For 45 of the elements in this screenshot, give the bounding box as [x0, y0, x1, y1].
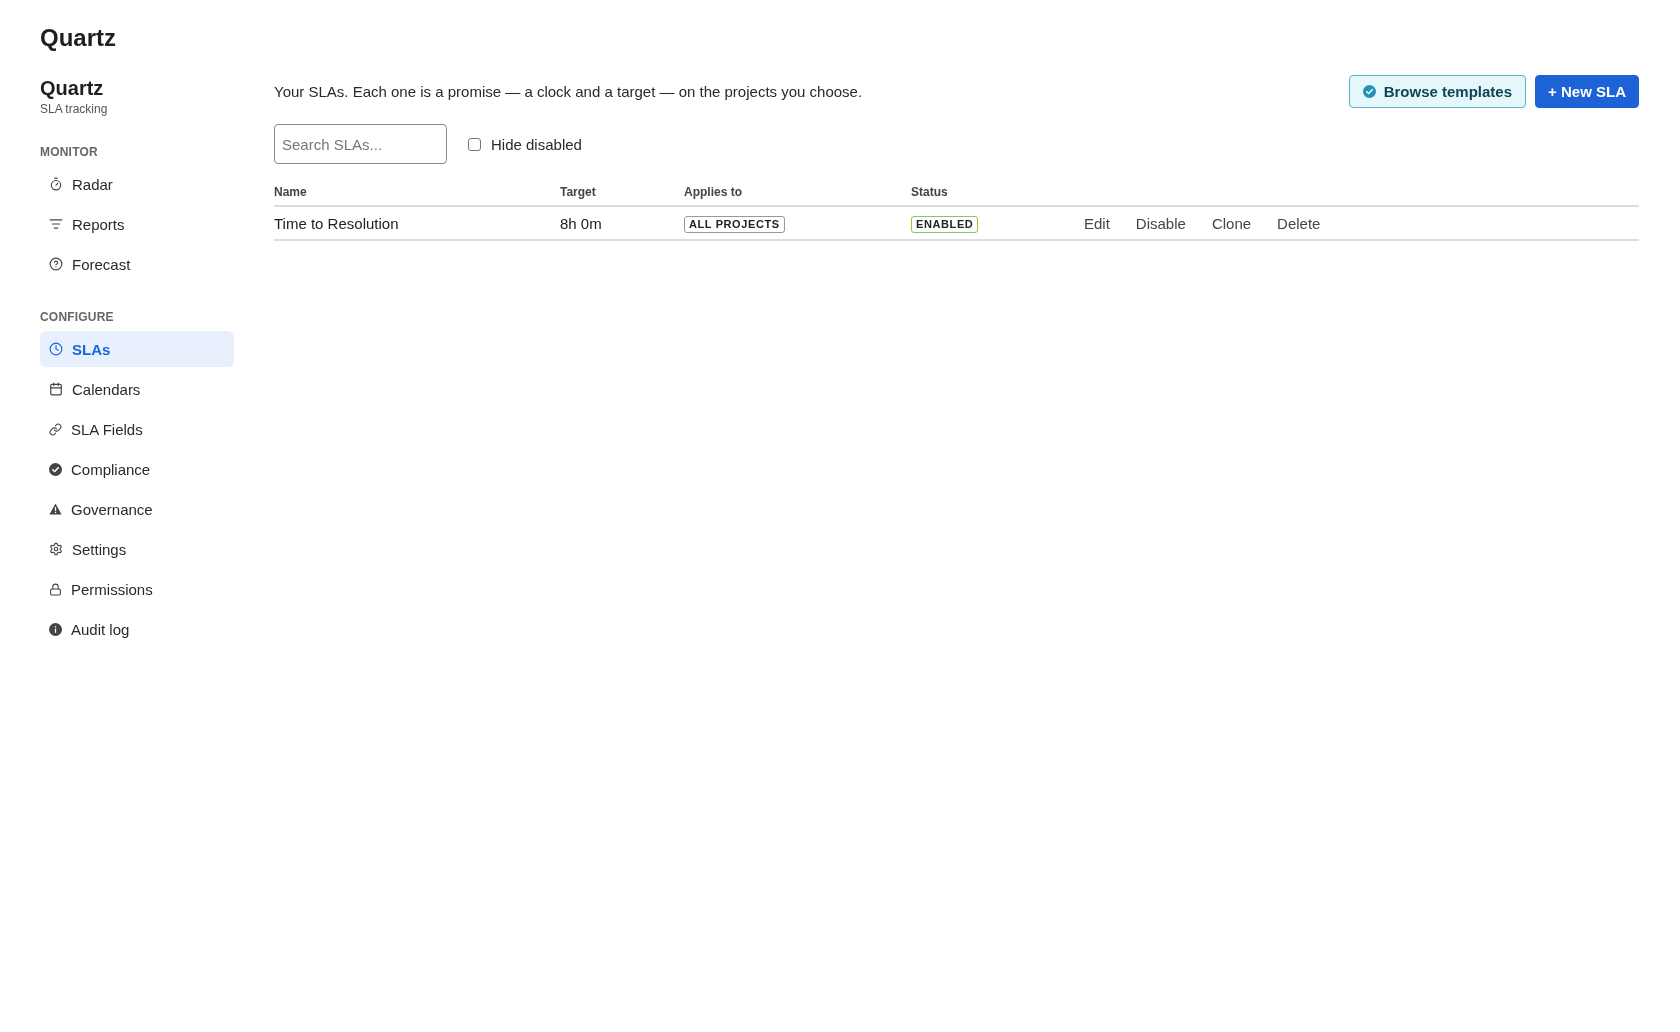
brand-name: Quartz — [40, 76, 104, 101]
search-field[interactable]: Search SLAs... — [274, 124, 447, 164]
section-heading: CONFIGURE — [40, 309, 114, 325]
warning-icon — [49, 503, 62, 515]
clock-icon — [49, 342, 63, 356]
sidebar-item[interactable]: Permissions — [40, 571, 234, 607]
row-action-link[interactable]: Clone — [1211, 214, 1252, 232]
column-header: Applies to — [684, 178, 911, 206]
row-action-link[interactable]: Delete — [1277, 214, 1321, 232]
checkbox-label: Hide disabled — [491, 135, 582, 153]
brand-subtitle: SLA tracking — [40, 101, 108, 117]
scope-tag: ALL PROJECTS — [684, 215, 785, 233]
section-heading: MONITOR — [40, 144, 98, 160]
link-icon — [49, 422, 62, 436]
sidebar-item[interactable]: Settings — [40, 531, 234, 567]
row-action-link[interactable]: Disable — [1135, 214, 1186, 232]
help-circle-icon — [49, 257, 63, 271]
sidebar-item[interactable]: SLAs — [40, 331, 234, 367]
settings-icon — [49, 542, 63, 556]
browse-templates-button[interactable]: Browse templates — [1348, 75, 1527, 108]
column-header: Status — [911, 178, 1084, 206]
intro-text: Your SLAs. Each one is a promise — a clock and a target — on the projects you choose. — [274, 83, 863, 100]
app-title: Quartz — [40, 23, 116, 53]
sidebar-item[interactable]: Forecast — [40, 246, 234, 282]
status-tag: ENABLED — [911, 215, 979, 233]
sidebar-item[interactable]: Audit log — [40, 611, 234, 647]
filter-icon — [49, 217, 63, 231]
sidebar-item[interactable]: Reports — [40, 206, 234, 242]
new-sla-button[interactable]: + New SLA — [1535, 75, 1639, 108]
sidebar-item[interactable]: Radar — [40, 166, 234, 202]
target-time: 8h 0m — [560, 214, 602, 232]
calendar-icon — [49, 382, 63, 396]
check-circle-icon — [49, 462, 62, 476]
sidebar-item[interactable]: SLA Fields — [40, 411, 234, 447]
column-header: Name — [274, 178, 560, 206]
sidebar-item[interactable]: Compliance — [40, 451, 234, 487]
sidebar-item[interactable]: Calendars — [40, 371, 234, 407]
stopwatch-icon — [49, 177, 63, 191]
info-icon — [49, 622, 62, 636]
sla-name: Time to Resolution — [274, 214, 399, 232]
row-action-link[interactable]: Edit — [1084, 214, 1110, 232]
sidebar-item[interactable]: Governance — [40, 491, 234, 527]
column-header: Target — [560, 178, 684, 206]
lock-icon — [49, 582, 62, 596]
check-circle-icon — [1362, 85, 1376, 98]
